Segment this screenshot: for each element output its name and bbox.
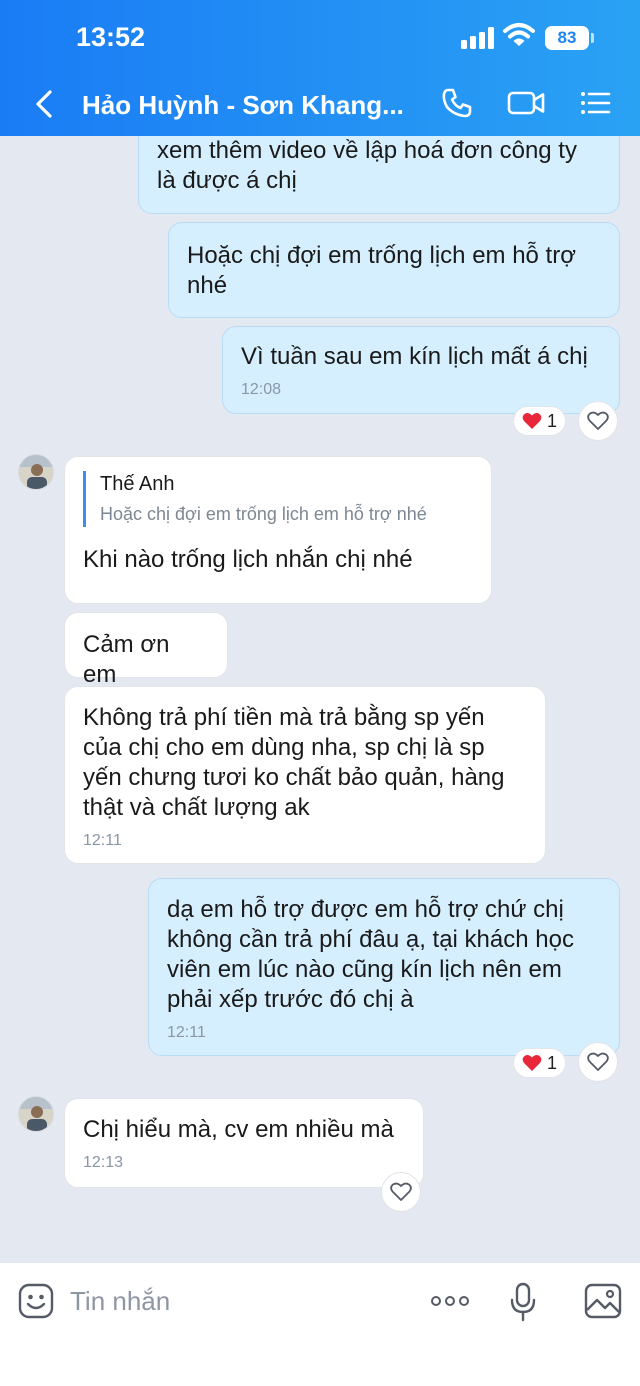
message-bubble[interactable]: xem thêm video về lập hoá đơn công ty là… [138,136,620,214]
message-text: xem thêm video về lập hoá đơn công ty là… [157,137,577,194]
video-camera-icon[interactable] [506,86,546,120]
chat-title[interactable]: Hảo Huỳnh - Sơn Khang... [82,90,404,121]
message-bubble[interactable]: Hoặc chị đợi em trống lịch em hỗ trợ nhé [168,222,620,318]
message-text: Vì tuần sau em kín lịch mất á chị [241,343,588,370]
reaction-count[interactable]: 1 [513,1048,567,1078]
reply-author: Thế Anh [100,473,175,495]
menu-list-icon[interactable] [578,86,612,120]
heart-icon [522,413,542,429]
message-list[interactable]: xem thêm video về lập hoá đơn công ty là… [0,136,640,1262]
like-button[interactable] [578,1042,618,1082]
avatar[interactable] [18,1096,54,1132]
message-text: Khi nào trống lịch nhắn chị nhé [83,546,413,573]
reaction-number: 1 [547,1052,558,1073]
message-bubble[interactable]: Chị hiểu mà, cv em nhiều mà 12:13 [64,1098,424,1188]
battery-cap [591,33,594,43]
like-heart-outline-icon [390,1182,412,1201]
message-input[interactable] [70,1281,400,1321]
back-chevron-icon[interactable] [30,86,58,122]
reaction-number: 1 [547,410,558,431]
message-time: 12:08 [241,381,282,398]
cellular-signal-icon [461,27,495,49]
message-time: 12:11 [83,832,122,849]
like-button[interactable] [578,401,618,441]
composer-bar [0,1262,640,1386]
message-text: dạ em hỗ trợ được em hỗ trợ chứ chị khôn… [167,896,574,1013]
reaction-count[interactable]: 1 [513,406,567,436]
heart-icon [522,1055,542,1071]
avatar[interactable] [18,454,54,490]
reply-text: Hoặc chị đợi em trống lịch em hỗ trợ nhé [100,504,427,524]
phone-icon[interactable] [440,86,474,120]
emoji-sticker-icon[interactable] [18,1283,54,1319]
message-time: 12:11 [167,1024,206,1041]
like-button[interactable] [381,1172,421,1212]
message-bubble[interactable]: Không trả phí tiền mà trả bằng sp yến củ… [64,686,546,864]
image-gallery-icon[interactable] [584,1283,622,1319]
battery-icon: 83 [545,26,589,50]
microphone-icon[interactable] [508,1281,538,1323]
message-time: 12:13 [83,1154,124,1171]
reply-quote[interactable]: Thế Anh Hoặc chị đợi em trống lịch em hỗ… [83,471,473,527]
message-text: Chị hiểu mà, cv em nhiều mà [83,1116,394,1143]
message-bubble[interactable]: Vì tuần sau em kín lịch mất á chị 12:08 [222,326,620,414]
like-heart-outline-icon [587,1052,609,1071]
message-bubble[interactable]: dạ em hỗ trợ được em hỗ trợ chứ chị khôn… [148,878,620,1056]
message-text: Cảm ơn em [83,631,170,688]
message-text: Hoặc chị đợi em trống lịch em hỗ trợ nhé [187,242,576,299]
chat-header: 13:52 83 Hảo Huỳnh - Sơn Khang... [0,0,640,136]
wifi-icon [503,23,535,46]
more-dots-icon[interactable] [431,1289,473,1313]
message-bubble[interactable]: Cảm ơn em [64,612,228,688]
like-heart-outline-icon [587,411,609,430]
message-text: Không trả phí tiền mà trả bằng sp yến củ… [83,704,505,821]
message-bubble[interactable]: Thế Anh Hoặc chị đợi em trống lịch em hỗ… [64,456,492,604]
status-time: 13:52 [76,22,146,52]
